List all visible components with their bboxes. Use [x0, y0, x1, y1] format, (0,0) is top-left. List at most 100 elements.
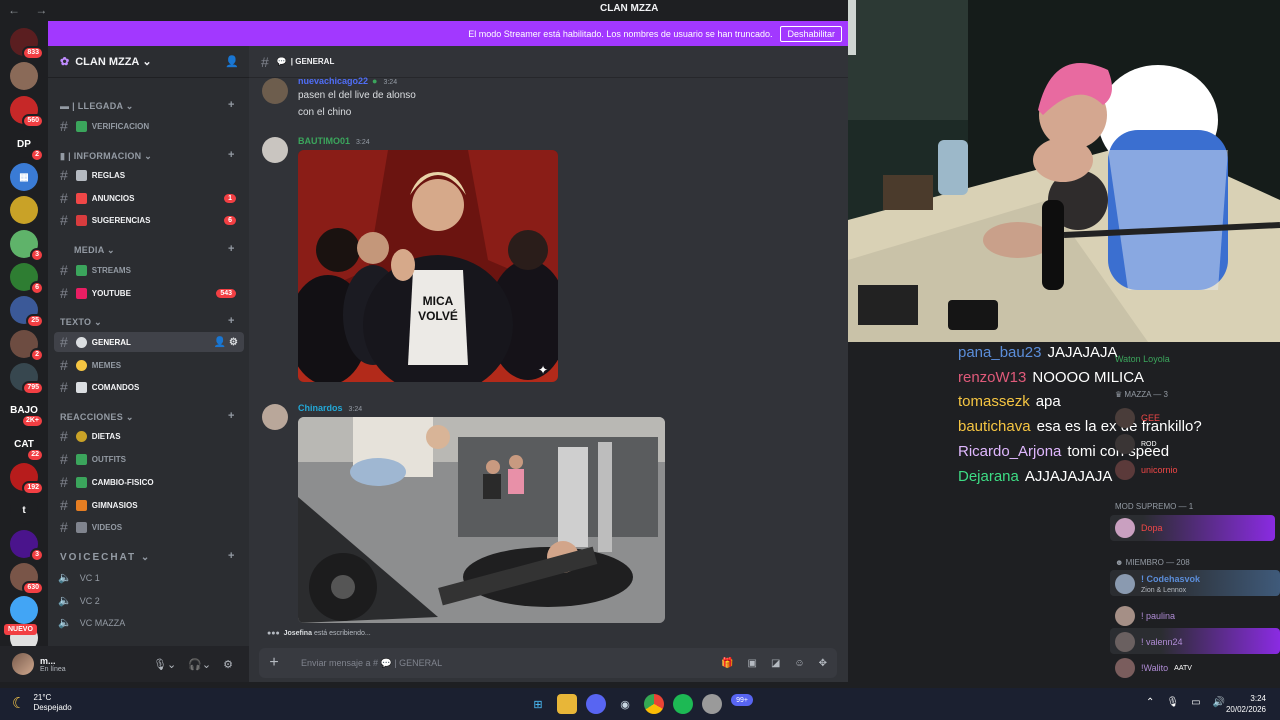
add-channel-icon[interactable]: +	[228, 315, 235, 327]
chevron-up-icon[interactable]: ⌃	[1146, 697, 1154, 708]
speaker-icon[interactable]: 🔊	[1213, 697, 1225, 708]
server-icon[interactable]: 25	[10, 296, 44, 328]
avatar[interactable]	[262, 404, 288, 430]
add-member-icon[interactable]: 👤	[225, 55, 239, 68]
channel-dietas[interactable]: # DIETAS	[54, 426, 244, 446]
member-item[interactable]: !Walito AATV	[1115, 658, 1192, 678]
server-icon[interactable]: 3	[10, 530, 44, 562]
add-channel-icon[interactable]: +	[228, 410, 235, 422]
microphone-icon[interactable]: 🎙⌄	[153, 658, 176, 671]
member-item[interactable]: GEE	[1115, 408, 1160, 428]
category-llegada[interactable]: ▬ | LLEGADA ⌄ +	[60, 99, 234, 112]
notification-badge[interactable]: 99+	[731, 694, 753, 706]
server-icon[interactable]: 2	[10, 330, 44, 362]
server-icon[interactable]: t	[10, 496, 38, 524]
server-icon[interactable]: 560	[10, 96, 44, 128]
hash-icon: #	[60, 334, 68, 350]
message-author[interactable]: nuevachicago22 ● 3:24	[298, 76, 397, 86]
server-icon[interactable]: BAJO 2K+	[10, 396, 44, 428]
disable-streamer-button[interactable]: Deshabilitar	[780, 25, 842, 42]
spotify-icon[interactable]	[673, 694, 693, 714]
clock[interactable]: 3:24 20/02/2026	[1226, 693, 1266, 715]
nav-arrows[interactable]: ← →	[8, 3, 53, 17]
server-icon[interactable]: 833	[10, 28, 44, 60]
voice-channel-1[interactable]: 🔈 VC 1	[58, 571, 100, 584]
channel-outfits[interactable]: # OUTFITS	[54, 449, 244, 469]
channel-verificacion[interactable]: # VERIFICACION	[54, 116, 244, 136]
server-icon[interactable]: 192	[10, 463, 44, 495]
weather-widget[interactable]: ☾ 21°C Despejado	[12, 693, 72, 713]
channel-sugerencias[interactable]: # SUGERENCIAS 6	[54, 210, 244, 230]
microphone-icon[interactable]: 🎙	[1166, 697, 1179, 708]
network-icon[interactable]: ▭	[1191, 697, 1200, 708]
channel-streams[interactable]: # STREAMS	[54, 260, 244, 280]
member-item[interactable]: ROD	[1115, 434, 1157, 454]
attached-image[interactable]	[298, 417, 665, 623]
add-attachment-icon[interactable]: +	[263, 654, 285, 672]
avatar[interactable]	[12, 653, 34, 675]
gear-icon[interactable]: ⚙	[223, 658, 233, 671]
server-icon[interactable]: 795	[10, 363, 44, 395]
server-icon[interactable]: 630	[10, 563, 44, 595]
category-voicechat[interactable]: VOICECHAT ⌄ +	[60, 550, 234, 563]
server-icon[interactable]: 3	[10, 230, 44, 262]
avatar[interactable]	[262, 137, 288, 163]
youtube-icon	[75, 287, 87, 299]
server-icon[interactable]: ▦	[10, 163, 38, 191]
app-icon[interactable]	[702, 694, 722, 714]
apps-icon[interactable]: ✥	[819, 658, 827, 669]
server-icon[interactable]	[10, 596, 38, 624]
server-icon[interactable]: 6	[10, 263, 44, 295]
channel-settings-icon[interactable]: 👤 ⚙	[214, 337, 238, 348]
server-icon[interactable]: CAT 22	[10, 430, 44, 462]
avatar[interactable]	[262, 78, 288, 104]
category-label: MOD SUPREMO — 1	[1115, 502, 1194, 511]
member-item[interactable]: Waton Loyola	[1115, 354, 1170, 364]
member-item[interactable]: Dopa	[1115, 518, 1163, 538]
channel-youtube[interactable]: # YOUTUBE 543	[54, 283, 244, 303]
member-item[interactable]: ! paulina	[1115, 606, 1175, 626]
category-media[interactable]: MEDIA ⌄ +	[60, 243, 234, 256]
channel-label: YOUTUBE	[91, 288, 131, 298]
folder-icon[interactable]	[557, 694, 577, 714]
category-informacion[interactable]: ▮ | INFORMACION ⌄ +	[60, 149, 234, 162]
add-channel-icon[interactable]: +	[228, 550, 236, 562]
server-icon[interactable]	[10, 62, 38, 90]
chrome-icon[interactable]	[644, 694, 664, 714]
server-icon[interactable]: DP 2	[10, 130, 44, 162]
category-reacciones[interactable]: REACCIONES ⌄ +	[60, 410, 234, 423]
gif-icon[interactable]: ▣	[747, 658, 756, 669]
headphones-icon[interactable]: 🎧⌄	[188, 658, 211, 671]
discord-icon[interactable]	[586, 694, 606, 714]
server-icon[interactable]	[10, 196, 38, 224]
add-channel-icon[interactable]: +	[228, 99, 235, 111]
message-composer[interactable]: + Enviar mensaje a # 💬 | GENERAL 🎁 ▣ ◪ ☺…	[259, 648, 837, 678]
voice-channel-2[interactable]: 🔈 VC 2	[58, 594, 100, 607]
category-texto[interactable]: TEXTO ⌄ +	[60, 315, 234, 328]
member-item[interactable]: ! valenn24	[1115, 632, 1183, 652]
channel-memes[interactable]: # MEMES	[54, 355, 244, 375]
gift-icon[interactable]: 🎁	[721, 658, 733, 669]
add-channel-icon[interactable]: +	[228, 149, 235, 161]
sticker-icon[interactable]: ◪	[771, 658, 780, 669]
voice-channel-mazza[interactable]: 🔈 VC MAZZA	[58, 616, 125, 629]
message-author[interactable]: BAUTIMO01 3:24	[298, 136, 370, 146]
emoji-icon[interactable]: ☺	[794, 658, 804, 669]
start-icon[interactable]: ⊞	[528, 694, 548, 714]
channel-comandos[interactable]: # COMANDOS	[54, 377, 244, 397]
add-channel-icon[interactable]: +	[228, 243, 235, 255]
attached-image[interactable]: MICA VOLVÉ ✦	[298, 150, 558, 382]
channel-general[interactable]: # GENERAL 👤 ⚙	[54, 332, 244, 352]
channel-cambio-fisico[interactable]: # CAMBIO-FISICO	[54, 472, 244, 492]
stream-chat-user: bautichava	[958, 418, 1031, 436]
message-author[interactable]: Chinardos 3:24	[298, 403, 362, 413]
stream-chat-text: AJJAJAJAJA	[1024, 467, 1113, 485]
server-header[interactable]: ✿ CLAN MZZA ⌄ 👤	[48, 46, 249, 78]
channel-reglas[interactable]: # REGLAS	[54, 165, 244, 185]
channel-videos[interactable]: # VIDEOS	[54, 517, 244, 537]
member-item[interactable]: unicornio	[1115, 460, 1178, 480]
steam-icon[interactable]: ◉	[615, 694, 635, 714]
channel-anuncios[interactable]: # ANUNCIOS 1	[54, 188, 244, 208]
member-item[interactable]: ! Codehasvok Zion & Lennox	[1115, 574, 1200, 594]
channel-gimnasios[interactable]: # GIMNASIOS	[54, 495, 244, 515]
